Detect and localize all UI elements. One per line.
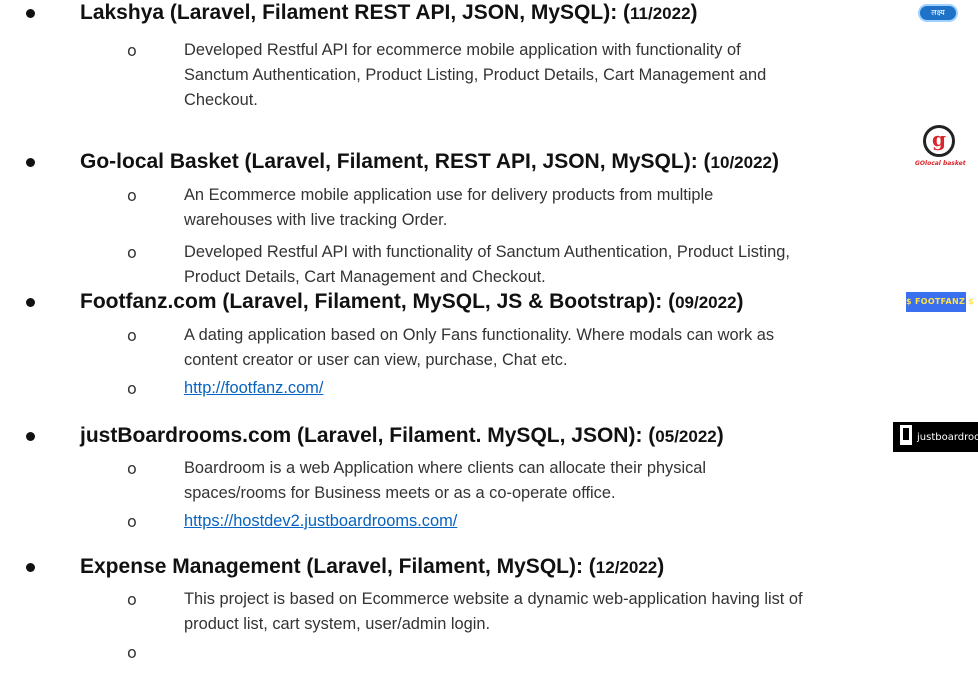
project-title: Expense Management (Laravel, Filament, M… — [80, 555, 665, 578]
sub-bullet-icon: o — [127, 643, 137, 662]
sub-bullet-icon: o — [127, 379, 137, 398]
project-detail-text: Developed Restful API for ecommerce mobi… — [184, 41, 767, 109]
bullet-icon — [26, 158, 35, 167]
sub-bullet-icon: o — [127, 243, 137, 262]
project-detail-text: Boardroom is a web Application where cli… — [184, 459, 707, 502]
bullet-icon — [26, 563, 35, 572]
project-title: justBoardrooms.com (Laravel, Filament. M… — [80, 424, 724, 447]
bullet-icon — [26, 9, 35, 18]
golocal-basket-logo-icon: g GOlocal basket — [915, 125, 966, 167]
sub-bullet-icon: o — [127, 590, 137, 609]
sub-bullet-icon: o — [127, 326, 137, 345]
project-title: Go-local Basket (Laravel, Filament, REST… — [80, 150, 779, 173]
bullet-icon — [26, 298, 35, 307]
justboardrooms-logo-icon: justboardrooms — [893, 422, 978, 452]
lakshya-logo-icon: लक्ष्य — [918, 4, 958, 22]
sub-bullet-icon: o — [127, 41, 137, 60]
bullet-icon — [26, 432, 35, 441]
justboardrooms-link[interactable]: https://hostdev2.justboardrooms.com/ — [184, 509, 457, 534]
footfanz-link[interactable]: http://footfanz.com/ — [184, 376, 323, 401]
project-detail-text: An Ecommerce mobile application use for … — [184, 186, 714, 229]
project-detail-text: A dating application based on Only Fans … — [184, 326, 775, 369]
resume-projects-section: Lakshya (Laravel, Filament REST API, JSO… — [0, 0, 978, 693]
sub-bullet-icon: o — [127, 459, 137, 478]
project-title: Lakshya (Laravel, Filament REST API, JSO… — [80, 1, 698, 24]
project-detail-text: Developed Restful API with functionality… — [184, 243, 790, 286]
sub-bullet-icon: o — [127, 186, 137, 205]
sub-bullet-icon: o — [127, 512, 137, 531]
project-title: Footfanz.com (Laravel, Filament, MySQL, … — [80, 290, 744, 313]
footfanz-logo-icon: $ FOOTFANZ $ — [906, 292, 974, 312]
project-detail-text: This project is based on Ecommerce websi… — [184, 590, 803, 633]
